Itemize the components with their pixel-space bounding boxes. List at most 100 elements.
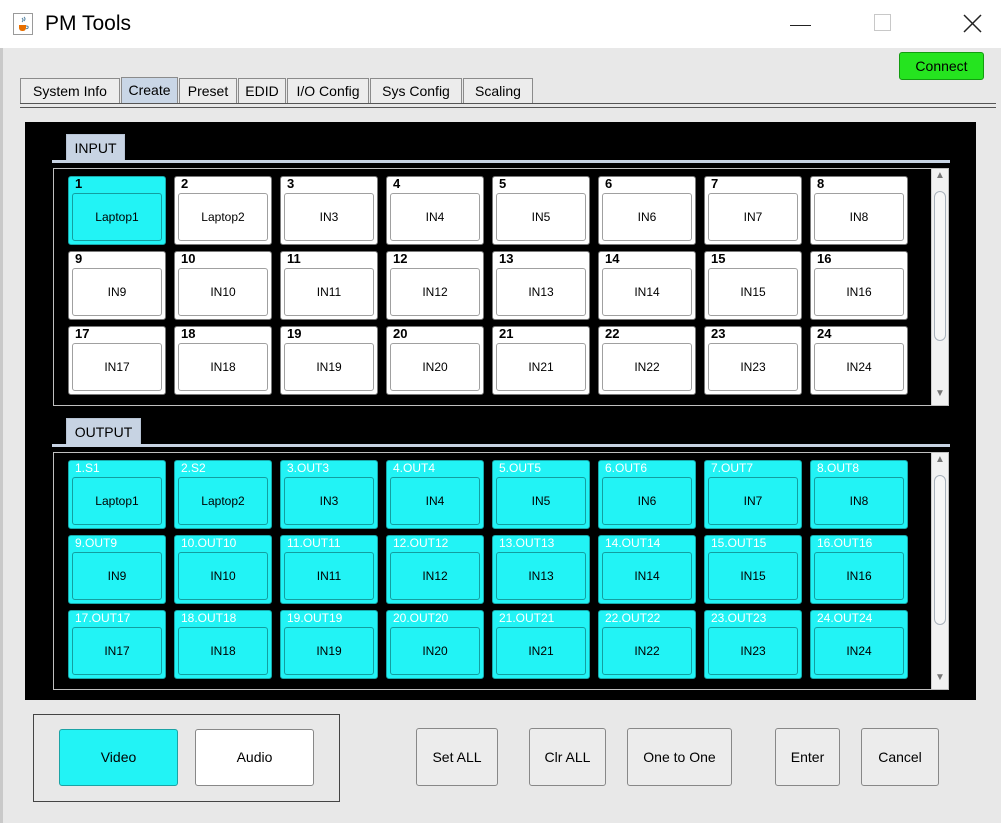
input-cell[interactable]: 9 IN9 [68,251,166,320]
output-scroll-thumb[interactable] [934,475,946,625]
output-cell[interactable]: 3.OUT3 IN3 [280,460,378,529]
output-cell[interactable]: 18.OUT18 IN18 [174,610,272,679]
input-scroll-thumb[interactable] [934,191,946,341]
output-cell[interactable]: 5.OUT5 IN5 [492,460,590,529]
input-cell[interactable]: 4 IN4 [386,176,484,245]
scroll-down-icon[interactable]: ▼ [932,387,948,401]
input-cell[interactable]: 22 IN22 [598,326,696,395]
video-mode-button[interactable]: Video [59,729,178,786]
output-cell[interactable]: 15.OUT15 IN15 [704,535,802,604]
output-cell[interactable]: 11.OUT11 IN11 [280,535,378,604]
output-cell[interactable]: 2.S2 Laptop2 [174,460,272,529]
input-scrollbar[interactable]: ▲ ▼ [931,169,948,405]
input-cell[interactable]: 1 Laptop1 [68,176,166,245]
output-cell[interactable]: 24.OUT24 IN24 [810,610,908,679]
tab-i-o-config[interactable]: I/O Config [287,78,369,103]
set-all-button[interactable]: Set ALL [416,728,498,786]
output-cell[interactable]: 7.OUT7 IN7 [704,460,802,529]
input-cell[interactable]: 23 IN23 [704,326,802,395]
input-cell[interactable]: 21 IN21 [492,326,590,395]
input-cell[interactable]: 10 IN10 [174,251,272,320]
output-cell[interactable]: 19.OUT19 IN19 [280,610,378,679]
input-cell[interactable]: 6 IN6 [598,176,696,245]
input-cell[interactable]: 3 IN3 [280,176,378,245]
input-cell[interactable]: 15 IN15 [704,251,802,320]
maximize-icon[interactable] [874,14,891,31]
output-cell-number: 1.S1 [75,461,100,475]
input-cell-number: 7 [711,176,719,191]
input-cell-number: 14 [605,251,620,266]
input-cell-label: Laptop2 [178,193,268,241]
input-cell[interactable]: 14 IN14 [598,251,696,320]
tab-edid[interactable]: EDID [238,78,286,103]
input-cell-label: IN13 [496,268,586,316]
output-cell[interactable]: 13.OUT13 IN13 [492,535,590,604]
input-cell[interactable]: 8 IN8 [810,176,908,245]
output-cell[interactable]: 10.OUT10 IN10 [174,535,272,604]
input-cell-label: IN10 [178,268,268,316]
tab-system-info[interactable]: System Info [20,78,120,103]
tab-create[interactable]: Create [121,77,178,104]
minimize-icon[interactable] [790,25,811,26]
input-cell[interactable]: 7 IN7 [704,176,802,245]
output-cell-source: IN8 [814,477,904,525]
one-to-one-button[interactable]: One to One [627,728,732,786]
output-cell-source: IN9 [72,552,162,600]
input-cell-number: 12 [393,251,408,266]
output-cell[interactable]: 9.OUT9 IN9 [68,535,166,604]
output-grid: 1.S1 Laptop1 2.S2 Laptop2 3.OUT3 IN3 4.OUT4 IN4… [53,452,949,690]
output-cell-source: IN5 [496,477,586,525]
tab-scaling[interactable]: Scaling [463,78,533,103]
clr-all-button[interactable]: Clr ALL [529,728,606,786]
close-icon[interactable] [962,13,983,34]
audio-mode-button[interactable]: Audio [195,729,314,786]
output-cell-number: 13.OUT13 [499,536,555,550]
input-cell[interactable]: 11 IN11 [280,251,378,320]
output-cell[interactable]: 14.OUT14 IN14 [598,535,696,604]
input-cell-label: IN3 [284,193,374,241]
output-cell[interactable]: 1.S1 Laptop1 [68,460,166,529]
output-cell[interactable]: 21.OUT21 IN21 [492,610,590,679]
tab-sys-config[interactable]: Sys Config [370,78,462,103]
connect-button[interactable]: Connect [899,52,984,80]
input-cell[interactable]: 16 IN16 [810,251,908,320]
input-cell-label: IN7 [708,193,798,241]
scroll-up-icon[interactable]: ▲ [932,453,948,467]
input-cell[interactable]: 18 IN18 [174,326,272,395]
output-cell[interactable]: 8.OUT8 IN8 [810,460,908,529]
output-cell[interactable]: 12.OUT12 IN12 [386,535,484,604]
output-cell-source: IN18 [178,627,268,675]
output-cell[interactable]: 17.OUT17 IN17 [68,610,166,679]
output-cell-source: IN10 [178,552,268,600]
input-cell-label: IN16 [814,268,904,316]
tab-preset[interactable]: Preset [179,78,237,103]
input-cell-number: 20 [393,326,408,341]
output-cell[interactable]: 23.OUT23 IN23 [704,610,802,679]
input-cell-label: IN23 [708,343,798,391]
output-cell-number: 18.OUT18 [181,611,237,625]
input-cell-label: IN20 [390,343,480,391]
output-scrollbar[interactable]: ▲ ▼ [931,453,948,689]
cancel-button[interactable]: Cancel [861,728,939,786]
output-cell-number: 3.OUT3 [287,461,330,475]
output-cell[interactable]: 4.OUT4 IN4 [386,460,484,529]
input-cell[interactable]: 24 IN24 [810,326,908,395]
output-cell[interactable]: 20.OUT20 IN20 [386,610,484,679]
output-cell[interactable]: 16.OUT16 IN16 [810,535,908,604]
enter-button[interactable]: Enter [775,728,840,786]
output-cell[interactable]: 6.OUT6 IN6 [598,460,696,529]
output-cell-number: 7.OUT7 [711,461,754,475]
input-cell[interactable]: 20 IN20 [386,326,484,395]
scroll-up-icon[interactable]: ▲ [932,169,948,183]
input-cell[interactable]: 13 IN13 [492,251,590,320]
scroll-down-icon[interactable]: ▼ [932,671,948,685]
input-cell[interactable]: 17 IN17 [68,326,166,395]
input-cell[interactable]: 19 IN19 [280,326,378,395]
title-bar: PM Tools [0,0,1001,48]
input-cell[interactable]: 2 Laptop2 [174,176,272,245]
input-cell[interactable]: 5 IN5 [492,176,590,245]
output-cell[interactable]: 22.OUT22 IN22 [598,610,696,679]
output-cell-source: IN4 [390,477,480,525]
input-cell-number: 17 [75,326,90,341]
input-cell[interactable]: 12 IN12 [386,251,484,320]
